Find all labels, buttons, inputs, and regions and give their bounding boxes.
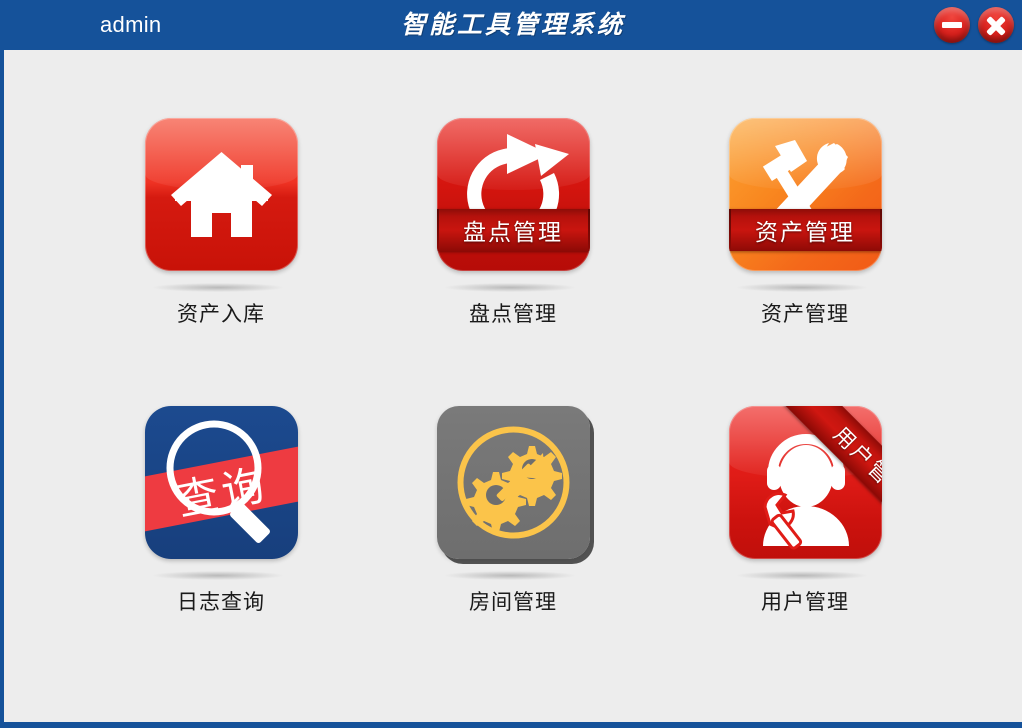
menu-tile-label: 盘点管理 (469, 302, 557, 326)
menu-tile-stocktaking[interactable]: 盘点管理 盘点管理 (367, 118, 659, 406)
icon-wrap: 资产管理 (725, 118, 885, 292)
gears-arrow-icon (436, 406, 590, 559)
menu-tile-label: 房间管理 (469, 590, 557, 614)
user-headset-wrench-icon-glyph (762, 434, 849, 550)
menu-tile-asset-inbound[interactable]: 资产入库 (75, 118, 367, 406)
home-icon (144, 118, 298, 271)
menu-tile-asset-management[interactable]: 资产管理 资产管理 (659, 118, 951, 406)
menu-tile-label: 用户管理 (761, 590, 849, 614)
magnifier-search-icon: 查询 (144, 406, 298, 559)
user-headset-wrench-icon: 用户管理 (728, 406, 882, 559)
current-user-label: admin (100, 12, 162, 37)
menu-tile-label: 资产入库 (177, 302, 265, 326)
icon-drop-shadow (153, 571, 283, 580)
gears-arrow-icon-glyph (457, 426, 569, 539)
refresh-arrow-icon: 盘点管理 (436, 118, 590, 271)
icon-ribbon-label: 资产管理 (755, 220, 855, 246)
home-icon-glyph (170, 152, 272, 237)
icon-wrap (433, 406, 593, 580)
icon-wrap: 查询 (141, 406, 301, 580)
icon-drop-shadow (153, 283, 283, 292)
menu-tile-label: 日志查询 (177, 590, 265, 614)
menu-tile-log-query[interactable]: 查询 日志查询 (75, 406, 367, 694)
minimize-icon[interactable] (934, 7, 970, 43)
icon-diagonal-band (144, 444, 298, 534)
icon-ribbon-label: 盘点管理 (463, 220, 563, 246)
menu-tile-label: 资产管理 (761, 302, 849, 326)
icon-drop-shadow (445, 571, 575, 580)
icon-drop-shadow (445, 283, 575, 292)
window-controls (934, 7, 1014, 43)
menu-grid: 资产入库 盘点管理 盘点管理 资产管理 资产管理 查询 日志查询 房间管理 用户… (4, 118, 1022, 694)
icon-drop-shadow (737, 283, 867, 292)
main-content-area: 资产入库 盘点管理 盘点管理 资产管理 资产管理 查询 日志查询 房间管理 用户… (4, 50, 1022, 722)
close-icon[interactable] (978, 7, 1014, 43)
icon-wrap: 盘点管理 (433, 118, 593, 292)
menu-tile-room-management[interactable]: 房间管理 (367, 406, 659, 694)
icon-ribbon: 盘点管理 (436, 209, 590, 251)
icon-wrap (141, 118, 301, 292)
icon-drop-shadow (737, 571, 867, 580)
menu-tile-user-management[interactable]: 用户管理 用户管理 (659, 406, 951, 694)
hammer-wrench-icon: 资产管理 (728, 118, 882, 271)
title-bar: admin 智能工具管理系统 (4, 0, 1022, 50)
icon-ribbon: 资产管理 (728, 209, 882, 251)
application-window: admin 智能工具管理系统 资产入库 盘点管理 盘点管理 资产管理 资产管理 … (0, 0, 1022, 728)
icon-wrap: 用户管理 (725, 406, 885, 580)
